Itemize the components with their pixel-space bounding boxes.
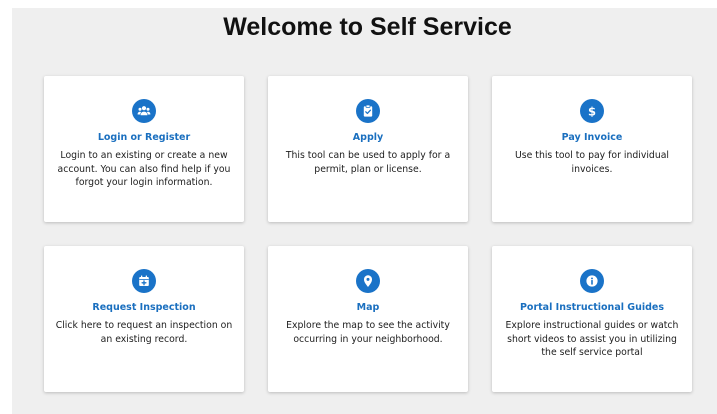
portal-guides-card[interactable]: Portal Instructional Guides Explore inst… (492, 246, 692, 392)
map-card[interactable]: Map Explore the map to see the activity … (268, 246, 468, 392)
svg-text:$: $ (588, 104, 596, 118)
page-title: Welcome to Self Service (223, 13, 512, 41)
card-title: Apply (352, 132, 384, 143)
users-icon (132, 99, 156, 123)
card-title: Login or Register (97, 132, 191, 143)
dollar-icon: $ (580, 99, 604, 123)
calendar-plus-icon (132, 269, 156, 293)
request-inspection-card[interactable]: Request Inspection Click here to request… (44, 246, 244, 392)
card-description: Use this tool to pay for individual invo… (514, 150, 669, 175)
card-description: Explore the map to see the activity occu… (286, 320, 450, 345)
clipboard-check-icon (356, 99, 380, 123)
login-register-card[interactable]: Login or Register Login to an existing o… (44, 76, 244, 222)
card-description: Login to an existing or create a new acc… (57, 150, 231, 188)
card-title: Pay Invoice (561, 132, 623, 143)
card-description: This tool can be used to apply for a per… (285, 150, 451, 175)
map-pin-icon (356, 269, 380, 293)
card-description: Click here to request an inspection on a… (55, 320, 233, 345)
pay-invoice-card[interactable]: $ Pay Invoice Use this tool to pay for i… (492, 76, 692, 222)
card-title: Portal Instructional Guides (519, 302, 665, 313)
card-description: Explore instructional guides or watch sh… (505, 320, 679, 358)
apply-card[interactable]: Apply This tool can be used to apply for… (268, 76, 468, 222)
card-title: Request Inspection (92, 302, 196, 313)
card-title: Map (356, 302, 380, 313)
info-icon (580, 269, 604, 293)
